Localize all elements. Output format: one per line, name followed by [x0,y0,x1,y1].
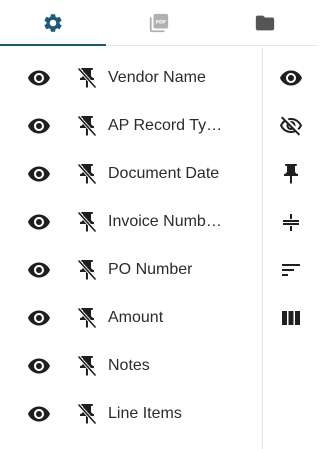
strikethrough-icon [282,214,299,231]
tab-bar: PDF [0,0,318,46]
field-label: Line Items [108,405,182,422]
eye-icon[interactable] [27,162,51,186]
pin-off-icon[interactable] [75,354,99,378]
pin-off-icon[interactable] [75,162,99,186]
eye-icon[interactable] [27,114,51,138]
field-row[interactable]: Notes [0,342,250,390]
pin-off-icon[interactable] [75,402,99,426]
tab-settings[interactable] [0,0,106,46]
gear-icon [44,14,62,32]
eye-icon [279,70,302,86]
pin-off-icon[interactable] [75,258,99,282]
tab-folder[interactable] [212,0,318,46]
field-label: Document Date [108,165,220,182]
field-row[interactable]: Invoice Numb… [0,198,250,246]
field-row[interactable]: AP Record Ty… [0,102,250,150]
pin-icon [283,164,298,184]
tab-pdf[interactable]: PDF [106,0,212,46]
pin-off-icon[interactable] [75,114,99,138]
field-label: Amount [108,309,164,326]
side-toolbar [263,54,318,342]
field-label: PO Number [108,261,193,278]
columns-icon [281,311,300,325]
eye-icon[interactable] [27,306,51,330]
eye-icon[interactable] [27,210,51,234]
field-list: Vendor Name AP Record Ty… Document Date Inv… [0,54,250,438]
eye-icon[interactable] [27,354,51,378]
field-label: Invoice Numb… [108,213,222,230]
pin-off-icon[interactable] [75,306,99,330]
field-row[interactable]: Amount [0,294,250,342]
hide-all-button[interactable] [263,102,318,150]
pin-off-icon[interactable] [75,210,99,234]
svg-text:PDF: PDF [155,19,166,25]
field-label: Notes [108,357,150,374]
pin-button[interactable] [263,150,318,198]
field-label: Vendor Name [108,69,206,86]
folder-icon [255,15,275,31]
field-row[interactable]: Vendor Name [0,54,250,102]
pin-off-icon[interactable] [75,66,99,90]
eye-icon[interactable] [27,402,51,426]
sort-button[interactable] [263,246,318,294]
tab-divider [106,45,318,46]
strikethrough-button[interactable] [263,198,318,246]
pdf-icon: PDF [149,13,169,33]
field-row[interactable]: Line Items [0,390,250,438]
field-label: AP Record Ty… [108,117,223,134]
show-all-button[interactable] [263,54,318,102]
field-row[interactable]: Document Date [0,150,250,198]
sort-icon [281,264,300,276]
eye-off-icon [279,116,302,136]
eye-icon[interactable] [27,258,51,282]
field-row[interactable]: PO Number [0,246,250,294]
eye-icon[interactable] [27,66,51,90]
columns-button[interactable] [263,294,318,342]
